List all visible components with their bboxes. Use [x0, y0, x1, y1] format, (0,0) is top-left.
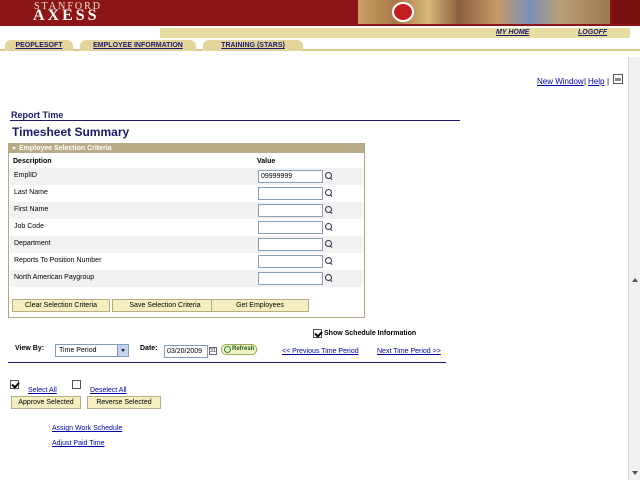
view-by-select[interactable]: Time Period	[55, 344, 129, 357]
clear-selection-criteria-button[interactable]: Clear Selection Criteria	[12, 299, 110, 312]
next-time-period-link[interactable]: Next Time Period >>	[377, 348, 441, 355]
date-label: Date:	[140, 345, 158, 352]
deselect-all-link[interactable]: Deselect All	[90, 387, 127, 394]
calendar-icon[interactable]: 31	[209, 347, 217, 355]
refresh-button[interactable]: Refresh	[221, 344, 257, 355]
vertical-scrollbar[interactable]	[628, 57, 640, 480]
criteria-row-paygroup: North American Paygroup	[10, 270, 363, 287]
reverse-selected-button[interactable]: Reverse Selected	[87, 396, 161, 409]
report-time-heading: Report Time	[11, 110, 64, 120]
tab-training-stars[interactable]: TRAINING (STARS)	[203, 40, 303, 51]
criteria-label: Department	[14, 240, 51, 247]
tab-peoplesoft[interactable]: PEOPLESOFT	[5, 40, 73, 51]
view-rule	[8, 362, 446, 363]
scroll-down-arrow-icon[interactable]	[632, 471, 638, 475]
adjust-paid-time-link[interactable]: Adjust Paid Time	[52, 440, 105, 447]
show-schedule-label: Show Schedule Information	[324, 330, 417, 337]
header-corner-image	[612, 0, 640, 24]
column-header-description: Description	[13, 158, 52, 165]
criteria-row-department: Department	[10, 236, 363, 253]
lookup-icon[interactable]	[325, 206, 333, 214]
scroll-up-arrow-icon[interactable]	[632, 278, 638, 282]
my-home-link[interactable]: MY HOME	[496, 29, 529, 36]
reports-to-position-input[interactable]	[258, 255, 323, 268]
lookup-icon[interactable]	[325, 172, 333, 180]
criteria-row-emplid: EmplID 09999999	[10, 168, 363, 185]
deselect-all-checkbox-icon[interactable]	[72, 380, 81, 389]
new-window-link[interactable]: New Window	[537, 77, 584, 86]
previous-time-period-link[interactable]: << Previous Time Period	[282, 348, 359, 355]
lookup-icon[interactable]	[325, 240, 333, 248]
criteria-row-last-name: Last Name	[10, 185, 363, 202]
criteria-label: North American Paygroup	[14, 274, 95, 281]
select-all-link[interactable]: Select All	[28, 387, 57, 394]
column-header-value: Value	[257, 158, 276, 165]
criteria-row-job-code: Job Code	[10, 219, 363, 236]
lookup-icon[interactable]	[325, 257, 333, 265]
last-name-input[interactable]	[258, 187, 323, 200]
emplid-input[interactable]: 09999999	[258, 170, 323, 183]
job-code-input[interactable]	[258, 221, 323, 234]
page-title: Timesheet Summary	[12, 125, 130, 139]
assign-work-schedule-link[interactable]: Assign Work Schedule	[52, 425, 122, 432]
stanford-seal-icon	[392, 2, 414, 22]
link-separator: |	[584, 77, 587, 86]
show-schedule-checkbox[interactable]	[313, 329, 322, 338]
criteria-label: Reports To Position Number	[14, 257, 102, 264]
page-root: STANFORD AXESS MY HOME LOGOFF PEOPLESOFT…	[0, 0, 640, 480]
chevron-down-icon[interactable]	[117, 345, 128, 356]
criteria-header-label: Employee Selection Criteria	[19, 145, 112, 152]
department-input[interactable]	[258, 238, 323, 251]
date-input[interactable]: 03/20/2009	[164, 345, 208, 358]
view-by-selected-value: Time Period	[59, 347, 97, 354]
print-icon[interactable]	[613, 74, 623, 84]
header-link-bar	[160, 28, 630, 38]
logo-axess: AXESS	[33, 7, 100, 24]
lookup-icon[interactable]	[325, 274, 333, 282]
title-rule	[10, 120, 460, 121]
criteria-header[interactable]: Employee Selection Criteria	[9, 144, 364, 153]
save-selection-criteria-button[interactable]: Save Selection Criteria	[112, 299, 218, 312]
tab-employee-information[interactable]: EMPLOYEE INFORMATION	[80, 40, 196, 51]
first-name-input[interactable]	[258, 204, 323, 217]
lookup-icon[interactable]	[325, 189, 333, 197]
logoff-link[interactable]: LOGOFF	[578, 29, 607, 36]
link-separator: |	[607, 77, 610, 86]
employee-selection-criteria-panel: Employee Selection Criteria Description …	[8, 143, 365, 318]
paygroup-input[interactable]	[258, 272, 323, 285]
get-employees-button[interactable]: Get Employees	[211, 299, 309, 312]
criteria-row-first-name: First Name	[10, 202, 363, 219]
help-link[interactable]: Help	[588, 77, 604, 86]
criteria-row-reports-to: Reports To Position Number	[10, 253, 363, 270]
criteria-label: Last Name	[14, 189, 48, 196]
lookup-icon[interactable]	[325, 223, 333, 231]
view-by-label: View By:	[15, 345, 45, 352]
criteria-label: First Name	[14, 206, 49, 213]
collapse-triangle-icon[interactable]	[12, 147, 16, 150]
approve-selected-button[interactable]: Approve Selected	[11, 396, 81, 409]
criteria-label: EmplID	[14, 172, 37, 179]
select-all-checkbox-icon[interactable]	[10, 380, 19, 389]
criteria-label: Job Code	[14, 223, 44, 230]
